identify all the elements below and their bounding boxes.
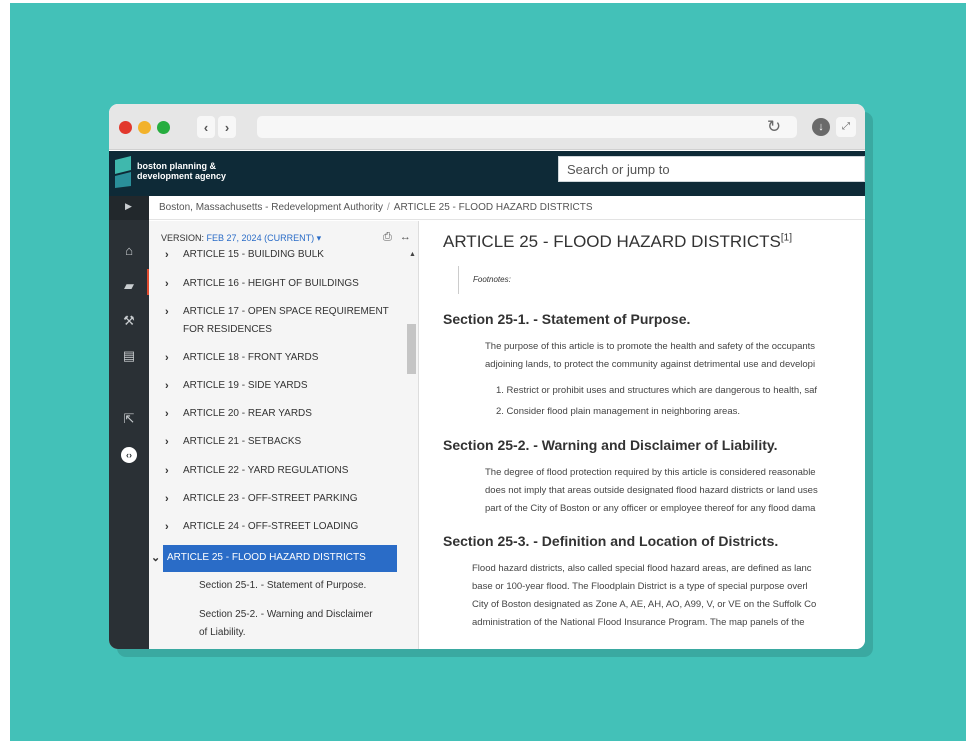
- section-text: part of the City of Boston or any office…: [485, 503, 816, 514]
- list-item: 2. Consider flood plain management in ne…: [496, 406, 740, 417]
- toc-item-label: ARTICLE 20 - REAR YARDS: [183, 408, 312, 419]
- section-text: does not imply that areas outside design…: [485, 485, 818, 496]
- chevron-right-icon: ›: [165, 521, 169, 533]
- document-icon[interactable]: ▤: [121, 348, 137, 364]
- toc-item-active[interactable]: ⌄ ARTICLE 25 - FLOOD HAZARD DISTRICTS: [151, 545, 397, 572]
- chevron-right-icon: ›: [165, 380, 169, 392]
- fullscreen-icon[interactable]: ⤢: [836, 117, 856, 137]
- reload-icon[interactable]: ↻: [765, 118, 783, 136]
- breadcrumb-separator: /: [387, 202, 390, 213]
- section-text: Flood hazard districts, also called spec…: [472, 563, 812, 574]
- logo-line-2: development agency: [137, 171, 227, 181]
- logo-line-1: boston planning &: [137, 161, 216, 171]
- toc-sub-item[interactable]: of Liability.: [199, 624, 399, 642]
- chevron-right-icon: ›: [165, 465, 169, 477]
- toc-item-label: ARTICLE 18 - FRONT YARDS: [183, 352, 319, 363]
- version-value[interactable]: FEB 27, 2024 (CURRENT): [207, 233, 315, 243]
- chevron-right-icon: ›: [165, 493, 169, 505]
- address-bar[interactable]: [257, 116, 797, 138]
- toc-tools: ⎙ ↔: [383, 231, 411, 244]
- toc-item-label: ARTICLE 25 - FLOOD HAZARD DISTRICTS: [167, 552, 366, 563]
- section-text: City of Boston designated as Zone A, AE,…: [472, 599, 817, 610]
- main-content: ARTICLE 25 - FLOOD HAZARD DISTRICTS[1] F…: [420, 221, 865, 649]
- version-selector[interactable]: VERSION: FEB 27, 2024 (CURRENT) ▾: [161, 233, 321, 244]
- gavel-icon[interactable]: ⚒: [121, 313, 137, 329]
- toc-item-label: ARTICLE 22 - YARD REGULATIONS: [183, 465, 349, 476]
- browser-window: ‹ › ↻ ↓ ⤢ boston planning & development …: [109, 104, 865, 649]
- collapse-icon[interactable]: ↔: [400, 231, 411, 243]
- download-icon[interactable]: ↓: [812, 118, 830, 136]
- scroll-thumb[interactable]: [407, 324, 416, 374]
- scroll-up-icon[interactable]: ▲: [409, 251, 416, 258]
- chevron-right-icon: ›: [165, 352, 169, 364]
- section-text: The purpose of this article is to promot…: [485, 341, 816, 352]
- chat-icon[interactable]: ‹›: [121, 447, 137, 463]
- caret-right-icon: ▶: [125, 201, 132, 211]
- section-text: The degree of flood protection required …: [485, 467, 816, 478]
- rail-toggle[interactable]: ▶: [109, 196, 149, 220]
- toc-item-label: ARTICLE 21 - SETBACKS: [183, 436, 302, 447]
- version-label: VERSION:: [161, 233, 205, 243]
- chevron-right-icon: ›: [165, 436, 169, 448]
- back-arrow-icon[interactable]: ‹: [197, 116, 215, 138]
- close-window-button[interactable]: [119, 121, 132, 134]
- list-item: 1. Restrict or prohibit uses and structu…: [496, 385, 818, 396]
- chevron-right-icon: ›: [165, 249, 169, 261]
- section-heading: Section 25-2. - Warning and Disclaimer o…: [443, 437, 778, 453]
- logo-icon[interactable]: [115, 156, 131, 188]
- forward-arrow-icon[interactable]: ›: [218, 116, 236, 138]
- chevron-down-icon: ⌄: [151, 552, 161, 564]
- caret-down-icon: ▾: [316, 233, 322, 243]
- footnotes-block: Footnotes:: [458, 266, 511, 294]
- section-text: base or 100-year flood. The Floodplain D…: [472, 581, 808, 592]
- toc-item-label: ARTICLE 24 - OFF-STREET LOADING: [183, 521, 359, 532]
- section-heading: Section 25-3. - Definition and Location …: [443, 533, 779, 549]
- chevron-right-icon: ›: [165, 306, 169, 318]
- browser-toolbar: ‹ › ↻ ↓ ⤢: [109, 104, 865, 150]
- maximize-window-button[interactable]: [157, 121, 170, 134]
- toc-item-label: FOR RESIDENCES: [183, 324, 272, 335]
- breadcrumb-parent[interactable]: Boston, Massachusetts - Redevelopment Au…: [159, 202, 383, 213]
- site-header: boston planning & development agency Sea…: [109, 151, 865, 196]
- breadcrumb-current: ARTICLE 25 - FLOOD HAZARD DISTRICTS: [393, 202, 593, 213]
- home-icon[interactable]: ⌂: [121, 243, 137, 259]
- minimize-window-button[interactable]: [138, 121, 151, 134]
- toc-item-label: ARTICLE 16 - HEIGHT OF BUILDINGS: [183, 278, 359, 289]
- page-title: ARTICLE 25 - FLOOD HAZARD DISTRICTS[1]: [443, 232, 792, 251]
- table-of-contents: VERSION: FEB 27, 2024 (CURRENT) ▾ ⎙ ↔ ▲ …: [149, 221, 419, 649]
- toc-item-label: ARTICLE 23 - OFF-STREET PARKING: [183, 493, 358, 504]
- footnote-link[interactable]: [1]: [781, 232, 792, 243]
- toc-sub-item[interactable]: Section 25-2. - Warning and Disclaimer: [199, 606, 399, 624]
- toc-scrollbar[interactable]: ▲: [407, 247, 417, 647]
- print-icon[interactable]: ⎙: [383, 231, 392, 243]
- logo-text[interactable]: boston planning & development agency: [137, 161, 226, 181]
- toc-item-label: ARTICLE 17 - OPEN SPACE REQUIREMENT: [183, 306, 389, 317]
- breadcrumb: Boston, Massachusetts - Redevelopment Au…: [149, 196, 865, 220]
- book-icon[interactable]: ▰: [121, 278, 137, 294]
- section-text: adjoining lands, to protect the communit…: [485, 359, 816, 370]
- section-text: administration of the National Flood Ins…: [472, 617, 805, 628]
- toc-item-label: ARTICLE 15 - BUILDING BULK: [183, 249, 324, 260]
- left-rail: ▶ ⌂ ▰ ⚒ ▤ ⇱ ‹›: [109, 196, 150, 649]
- chevron-right-icon: ›: [165, 408, 169, 420]
- toc-sub-item[interactable]: Section 25-1. - Statement of Purpose.: [199, 577, 399, 595]
- section-heading: Section 25-1. - Statement of Purpose.: [443, 311, 691, 327]
- search-input[interactable]: Search or jump to: [558, 156, 865, 182]
- toc-item-label: ARTICLE 19 - SIDE YARDS: [183, 380, 308, 391]
- external-link-icon[interactable]: ⇱: [121, 411, 137, 427]
- chevron-right-icon: ›: [165, 278, 169, 290]
